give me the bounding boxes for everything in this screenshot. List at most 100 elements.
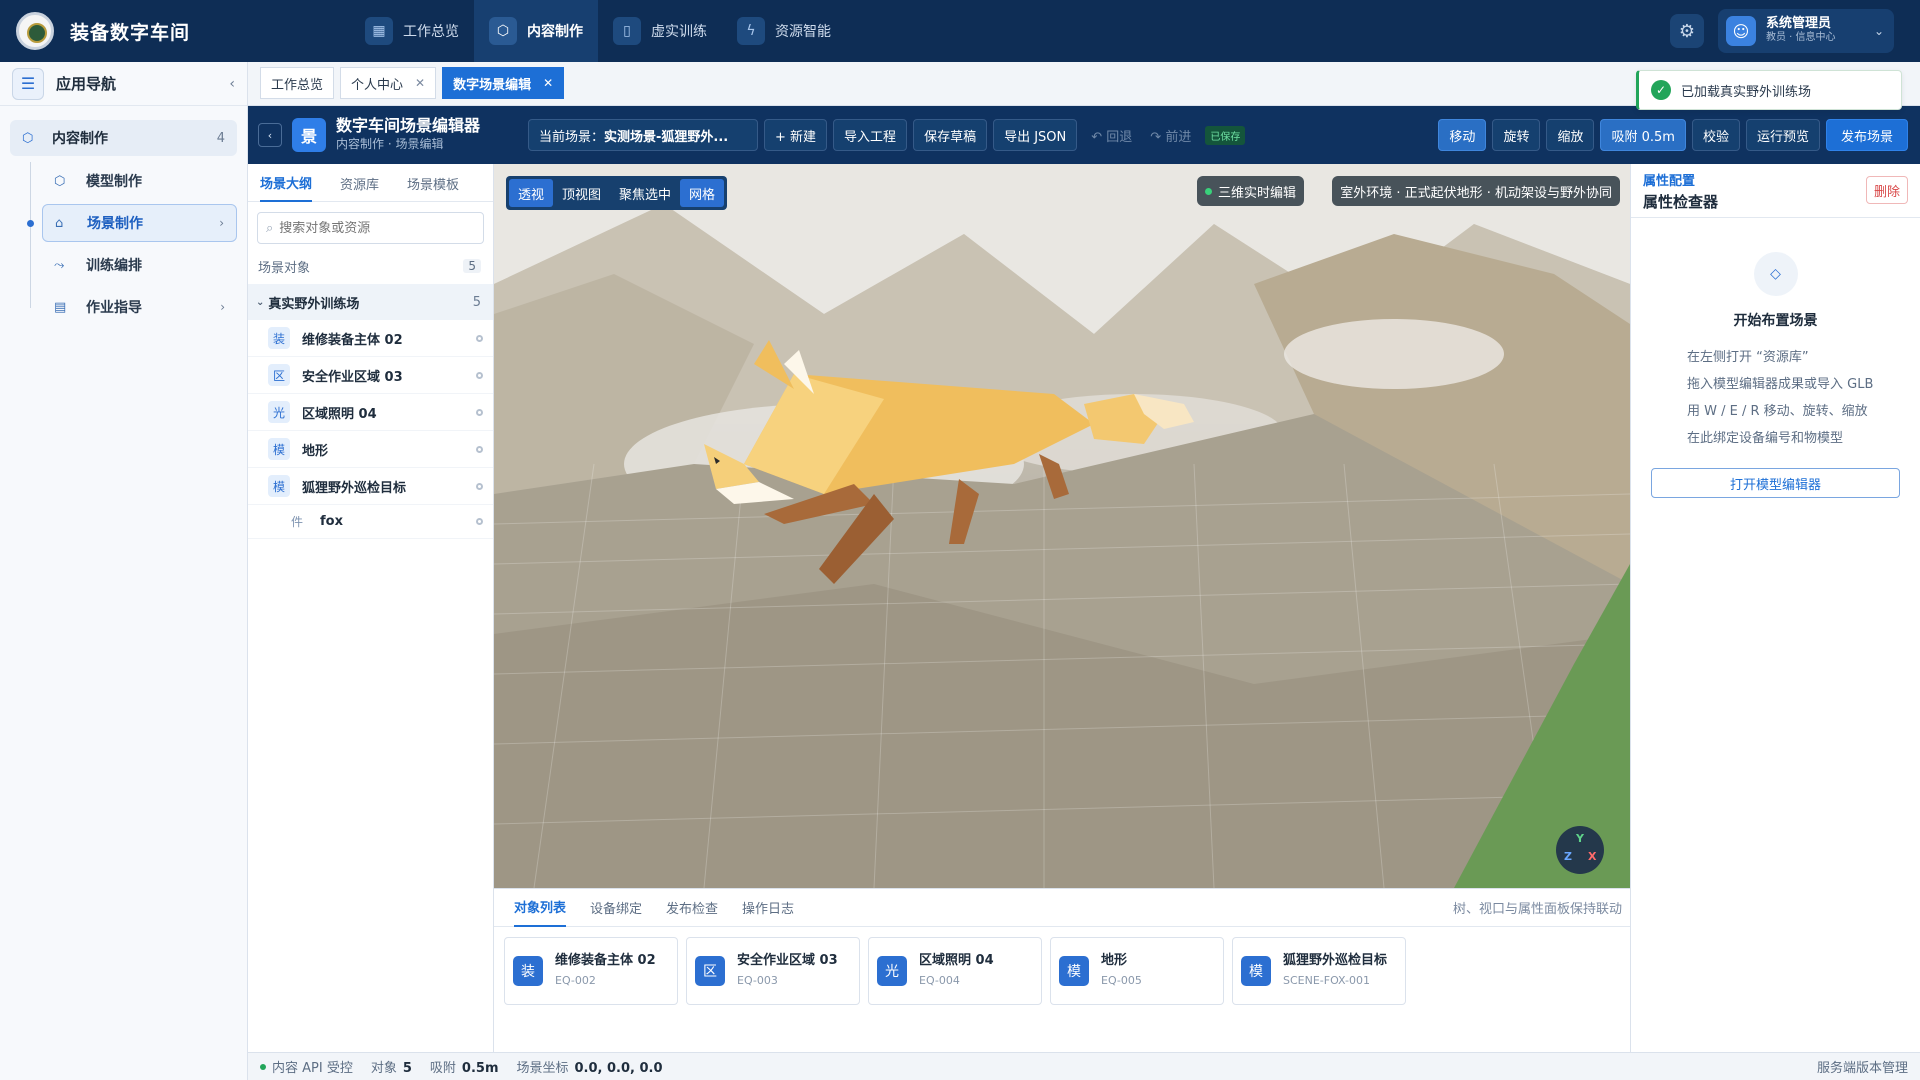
current-scene-selector[interactable]: 当前场景： 实测场景-狐狸野外... <box>528 119 759 151</box>
object-card[interactable]: 区 安全作业区域 03 EQ-003 <box>686 937 860 1005</box>
3d-viewport[interactable]: 透视 顶视图 聚焦选中 网格 三维实时编辑 室外环境 · 正式起伏地形 · 机动… <box>494 164 1630 888</box>
card-name: 地形 <box>1101 953 1128 968</box>
new-button[interactable]: + 新建 <box>764 119 828 151</box>
object-card[interactable]: 装 维修装备主体 02 EQ-002 <box>504 937 678 1005</box>
search-icon: ⌕ <box>266 220 274 236</box>
tab-scene-templates[interactable]: 场景模板 <box>407 164 459 202</box>
menu-icon[interactable]: ☰ <box>12 67 44 100</box>
visibility-dot-icon[interactable] <box>476 518 483 525</box>
status-label: 吸附 <box>429 1061 456 1076</box>
tab-operation-log[interactable]: 操作日志 <box>742 889 794 927</box>
tree-item[interactable]: 区 安全作业区域 03 <box>248 357 493 394</box>
object-type-badge: 模 <box>268 438 290 460</box>
user-menu[interactable]: ☺ 系统管理员 教员 · 信息中心 ⌄ <box>1718 9 1894 53</box>
tree-item[interactable]: 模 地形 <box>248 431 493 468</box>
object-card[interactable]: 模 地形 EQ-005 <box>1050 937 1224 1005</box>
tab-device-binding[interactable]: 设备绑定 <box>590 889 642 927</box>
topnav-dashboard[interactable]: ▦ 工作总览 <box>350 0 474 62</box>
run-preview-button[interactable]: 运行预览 <box>1745 119 1820 151</box>
grid-toggle-button[interactable]: 网格 <box>680 179 725 207</box>
bottom-panel: 对象列表 设备绑定 发布检查 操作日志 树、视口与属性面板保持联动 装 维修装备… <box>494 888 1630 1052</box>
outline-tabs: 场景大纲 资源库 场景模板 <box>248 164 493 202</box>
diamond-icon: ◇ <box>1753 252 1798 296</box>
scene-label: 当前场景： <box>539 129 605 145</box>
topnav-training[interactable]: ▯ 虚实训练 <box>598 0 722 62</box>
back-chevron-icon[interactable]: ‹ <box>258 123 282 147</box>
sidebar-item-model[interactable]: ⬡ 模型制作 <box>42 162 237 200</box>
visibility-dot-icon[interactable] <box>476 408 483 416</box>
tree-group-field[interactable]: ⌄ 真实野外训练场 5 <box>248 284 493 320</box>
object-type-badge: 装 <box>268 327 290 349</box>
rotate-tool-button[interactable]: 旋转 <box>1492 119 1541 151</box>
tab-profile[interactable]: 个人中心 ✕ <box>340 67 437 99</box>
settings-gear-icon[interactable]: ⚙ <box>1670 14 1704 48</box>
object-type-badge: 件 <box>290 515 303 529</box>
sidebar-tree: ⬡ 模型制作 ⌂ 场景制作 › ⤳ 训练编排 ▤ 作业指导 › <box>27 162 247 326</box>
cube-icon: ⬡ <box>22 130 34 146</box>
topnav-content[interactable]: ⬡ 内容制作 <box>474 0 598 62</box>
save-draft-button[interactable]: 保存草稿 <box>913 119 988 151</box>
search-input[interactable] <box>279 220 470 236</box>
topnav-resources[interactable]: ϟ 资源智能 <box>722 0 846 62</box>
status-bar: 内容 API 受控 对象 5 吸附 0.5m 场景坐标 0.0, 0.0, 0.0 服… <box>248 1052 1920 1080</box>
snap-toggle-button[interactable]: 吸附 0.5m <box>1600 119 1686 151</box>
dashboard-icon: ▦ <box>365 17 393 45</box>
object-type-badge: 模 <box>1059 956 1089 986</box>
property-inspector: 属性配置 属性检查器 删除 ◇ 开始布置场景 在左侧打开 “资源库” 拖入模型编… <box>1630 164 1920 1052</box>
delete-button[interactable]: 删除 <box>1865 176 1908 204</box>
tab-resource-library[interactable]: 资源库 <box>340 164 379 202</box>
publish-scene-button[interactable]: 发布场景 <box>1825 119 1908 151</box>
tab-scene-outline[interactable]: 场景大纲 <box>260 164 313 202</box>
tree-item-child[interactable]: 件 fox <box>248 505 493 539</box>
scale-tool-button[interactable]: 缩放 <box>1546 119 1595 151</box>
move-tool-button[interactable]: 移动 <box>1438 119 1487 151</box>
collapse-chevron-icon[interactable]: ‹ <box>229 76 235 92</box>
visibility-dot-icon[interactable] <box>476 371 483 379</box>
close-icon[interactable]: ✕ <box>415 76 425 90</box>
object-type-badge: 模 <box>1241 956 1271 986</box>
card-text: 地形 EQ-005 <box>1101 951 1142 991</box>
tab-object-list[interactable]: 对象列表 <box>514 889 567 927</box>
import-project-button[interactable]: 导入工程 <box>833 119 908 151</box>
focus-selected-button[interactable]: 聚焦选中 <box>610 179 680 207</box>
server-version-status[interactable]: 服务端版本管理 <box>1817 1057 1908 1076</box>
view-perspective-button[interactable]: 透视 <box>509 179 554 207</box>
visibility-dot-icon[interactable] <box>476 445 483 453</box>
tab-overview[interactable]: 工作总览 <box>260 67 335 99</box>
undo-button[interactable]: ↶ 回退 <box>1087 119 1136 151</box>
card-text: 区域照明 04 EQ-004 <box>919 951 994 991</box>
api-status: 内容 API 受控 <box>272 1061 353 1076</box>
sidebar-item-training[interactable]: ⤳ 训练编排 <box>42 246 237 284</box>
tree-item[interactable]: 光 区域照明 04 <box>248 394 493 431</box>
sidebar-item-guide[interactable]: ▤ 作业指导 › <box>42 288 237 326</box>
app-sidebar: ☰ 应用导航 ‹ ⬡ 内容制作 4 ⬡ 模型制作 ⌂ 场景制作 › ⤳ 训练编排… <box>0 62 248 1080</box>
outline-search[interactable]: ⌕ <box>257 212 484 244</box>
view-top-button[interactable]: 顶视图 <box>553 179 610 207</box>
tab-publish-check[interactable]: 发布检查 <box>666 889 718 927</box>
sidebar-group-count: 4 <box>216 130 225 146</box>
flow-icon: ⤳ <box>54 257 65 273</box>
tree-item[interactable]: 模 狐狸野外巡检目标 <box>248 468 493 505</box>
visibility-dot-icon[interactable] <box>476 334 483 342</box>
redo-button[interactable]: ↷ 前进 <box>1146 119 1195 151</box>
close-icon[interactable]: ✕ <box>543 76 553 90</box>
top-right: ⚙ ☺ 系统管理员 教员 · 信息中心 ⌄ <box>1670 0 1920 62</box>
tree-item-label: 区域照明 04 <box>302 406 377 422</box>
object-card[interactable]: 光 区域照明 04 EQ-004 <box>868 937 1042 1005</box>
toast-text: 已加载真实野外训练场 <box>1681 84 1812 100</box>
object-card[interactable]: 模 狐狸野外巡检目标 SCENE-FOX-001 <box>1232 937 1406 1005</box>
validate-button[interactable]: 校验 <box>1691 119 1740 151</box>
open-model-editor-button[interactable]: 打开模型编辑器 <box>1651 468 1900 498</box>
axis-gizmo[interactable]: Y Z X <box>1556 826 1604 874</box>
sidebar-item-scene[interactable]: ⌂ 场景制作 › <box>27 204 237 242</box>
card-text: 维修装备主体 02 EQ-002 <box>555 951 656 991</box>
visibility-dot-icon[interactable] <box>476 482 483 490</box>
instruction-line: 拖入模型编辑器成果或导入 GLB <box>1687 377 1874 392</box>
tab-scene-editor[interactable]: 数字场景编辑 ✕ <box>442 67 565 99</box>
card-name: 安全作业区域 03 <box>737 953 838 968</box>
export-json-button[interactable]: 导出 JSON <box>993 119 1078 151</box>
success-toast: ✓ 已加载真实野外训练场 <box>1636 70 1902 110</box>
tree-item[interactable]: 装 维修装备主体 02 <box>248 320 493 357</box>
tab-label: 个人中心 <box>351 77 404 93</box>
sidebar-group-content[interactable]: ⬡ 内容制作 4 <box>10 120 237 156</box>
